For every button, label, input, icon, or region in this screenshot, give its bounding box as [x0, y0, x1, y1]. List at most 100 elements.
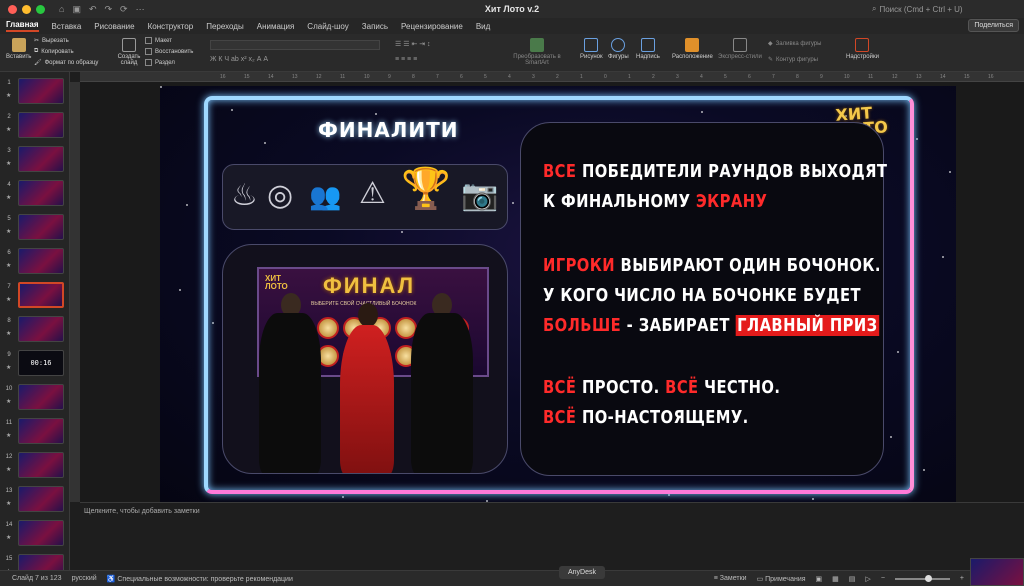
tab-7[interactable]: Запись	[362, 22, 388, 31]
slideshow-view-icon[interactable]: ▷	[865, 575, 870, 583]
slide-thumbnails-pane: 1 ★ 2 ★ 3 ★ 4 ★ 5 ★ 6 ★ 7 ★ 8 ★ 9 ★ 00:16 10 ★ 11 ★ 12 ★ 13 ★ 14 ★ 15…	[0, 72, 70, 570]
slide-thumbnail[interactable]: 9 ★ 00:16	[4, 350, 68, 380]
ruler-mark: 9	[388, 74, 391, 80]
anydesk-badge[interactable]: AnyDesk	[559, 566, 605, 579]
copy-label: Копировать	[41, 48, 74, 55]
new-slide-button[interactable]: Создать слайд	[115, 38, 143, 66]
ribbon: Вставить ✂ Вырезать ⧉ Копировать 🖌 Формат п…	[0, 34, 1024, 72]
barrel-coin	[317, 317, 339, 339]
search-box[interactable]: ⌕ Поиск (Cmd + Ctrl + U)	[872, 3, 1012, 15]
tab-4[interactable]: Переходы	[206, 22, 244, 31]
tab-3[interactable]: Конструктор	[148, 22, 194, 31]
notes-pane[interactable]: Щелкните, чтобы добавить заметки	[80, 502, 1024, 570]
woman-red-dress	[340, 325, 394, 473]
repeat-icon[interactable]: ⟳	[120, 4, 128, 15]
remote-preview-thumbnail[interactable]	[970, 558, 1024, 586]
tab-6[interactable]: Слайд-шоу	[307, 22, 348, 31]
minimize-window-button[interactable]	[22, 4, 31, 14]
notes-toggle[interactable]: ≡ Заметки	[714, 575, 747, 582]
slide-thumbnail[interactable]: 7 ★	[4, 282, 68, 312]
search-icon: ⌕	[872, 4, 877, 13]
font-name-select[interactable]	[210, 40, 380, 50]
redo-icon[interactable]: ↷	[105, 4, 113, 15]
paste-button[interactable]: Вставить	[6, 38, 31, 60]
slide-thumbnail[interactable]: 11 ★	[4, 418, 68, 448]
normal-view-icon[interactable]: ▣	[816, 575, 823, 583]
save-icon[interactable]: ▣	[72, 4, 81, 15]
home-icon[interactable]: ⌂	[59, 4, 64, 15]
background-star	[923, 469, 925, 471]
text-white: ВЫБИРАЮТ ОДИН БОЧОНОК.	[615, 255, 881, 276]
tab-1[interactable]: Вставка	[52, 22, 82, 31]
slide-thumbnail[interactable]: 13 ★	[4, 486, 68, 516]
ruler-mark: 14	[940, 74, 946, 80]
cut-button[interactable]: ✂ Вырезать	[34, 37, 69, 45]
quick-styles-button[interactable]: Экспресс-стили	[718, 38, 762, 60]
layout-button[interactable]: Макет	[145, 37, 172, 44]
slide-thumbnail[interactable]: 1 ★	[4, 78, 68, 108]
shapes-button[interactable]: Фигуры	[608, 38, 629, 60]
shape-fill-button[interactable]: ◆ Заливка фигуры	[768, 40, 821, 48]
close-window-button[interactable]	[8, 4, 17, 14]
zoom-out-icon[interactable]: −	[881, 575, 885, 582]
addins-button[interactable]: Надстройки	[846, 38, 879, 60]
copy-button[interactable]: ⧉ Копировать	[34, 48, 74, 55]
rules-text-panel[interactable]: ВСЕ ПОБЕДИТЕЛИ РАУНДОВ ВЫХОДЯТ К ФИНАЛЬН…	[520, 122, 887, 476]
smartart-button[interactable]: Преобразовать в SmartArt	[512, 38, 562, 66]
font-format-buttons[interactable]: Ж К Ч ab x² x₂ А А	[210, 56, 268, 63]
text-red: ИГРОКИ	[543, 255, 616, 276]
zoom-in-icon[interactable]: +	[960, 575, 964, 582]
text-white: К ФИНАЛЬНОМУ	[543, 191, 696, 212]
finalists-photo[interactable]: ХИТ ЛОТО ФИНАЛ ВЫБЕРИТЕ СВОЙ СЧАСТЛИВЫЙ …	[222, 244, 508, 474]
zoom-slider[interactable]	[894, 574, 950, 582]
slide[interactable]: ФИНАЛИТИ ХИТ ЛОТО ♨ ◎ 👥 ⚠ 🏆 📷 ХИТ ЛОТО Ф…	[160, 86, 956, 502]
slide-preview	[18, 78, 64, 104]
comments-toggle[interactable]: ▭ Примечания	[757, 575, 806, 583]
arrange-button[interactable]: Расположение	[672, 38, 713, 60]
ruler-mark: 16	[988, 74, 994, 80]
tab-2[interactable]: Рисование	[94, 22, 134, 31]
align-buttons[interactable]: ≡ ≡ ≡ ≡	[395, 56, 417, 63]
textbox-label: Надпись	[636, 54, 660, 60]
section-button[interactable]: Раздел	[145, 59, 175, 66]
slide-thumbnail[interactable]: 14 ★	[4, 520, 68, 550]
paragraph-buttons[interactable]: ☰ ☰ ⇤ ⇥ ↕	[395, 40, 431, 48]
slide-thumbnail[interactable]: 12 ★	[4, 452, 68, 482]
format-painter-button[interactable]: 🖌 Формат по образцу	[34, 59, 98, 67]
slide-thumbnail[interactable]: 2 ★	[4, 112, 68, 142]
slide-heading[interactable]: ФИНАЛИТИ	[318, 118, 459, 142]
zoom-window-button[interactable]	[36, 4, 45, 14]
group-icon: 👥	[309, 181, 342, 211]
undo-icon[interactable]: ↶	[89, 4, 97, 15]
ruler-mark: 10	[364, 74, 370, 80]
slide-thumbnail[interactable]: 3 ★	[4, 146, 68, 176]
tab-0[interactable]: Главная	[6, 20, 39, 32]
slide-preview	[18, 180, 64, 206]
transition-star-icon: ★	[6, 399, 12, 405]
slide-number: 15	[5, 556, 13, 562]
text-red: ВСЁ	[543, 377, 577, 398]
slide-thumbnail[interactable]: 8 ★	[4, 316, 68, 346]
picture-button[interactable]: Рисунок	[580, 38, 603, 60]
icons-panel[interactable]: ♨ ◎ 👥 ⚠ 🏆 📷	[222, 164, 508, 230]
slide-thumbnail[interactable]: 6 ★	[4, 248, 68, 278]
slide-thumbnail[interactable]: 4 ★	[4, 180, 68, 210]
slide-thumbnail[interactable]: 5 ★	[4, 214, 68, 244]
share-button[interactable]: Поделиться	[968, 19, 1019, 32]
reading-view-icon[interactable]: ▤	[849, 575, 856, 583]
slide-thumbnail[interactable]: 10 ★	[4, 384, 68, 414]
accessibility-icon: ♿	[106, 575, 118, 583]
sorter-view-icon[interactable]: ▦	[832, 575, 839, 583]
more-icon[interactable]: ⋯	[136, 4, 145, 15]
tab-9[interactable]: Вид	[476, 22, 490, 31]
accessibility-status[interactable]: ♿ Специальные возможности: проверьте рек…	[107, 575, 293, 583]
slide-preview	[18, 248, 64, 274]
textbox-button[interactable]: Надпись	[636, 38, 660, 60]
language-indicator[interactable]: русский	[72, 575, 97, 583]
tab-8[interactable]: Рецензирование	[401, 22, 463, 31]
shape-outline-button[interactable]: ✎ Контур фигуры	[768, 56, 818, 64]
tab-5[interactable]: Анимация	[257, 22, 295, 31]
slide-thumbnail[interactable]: 15★	[4, 554, 68, 570]
reset-button[interactable]: Восстановить	[145, 48, 193, 55]
copy-icon: ⧉	[34, 48, 39, 54]
